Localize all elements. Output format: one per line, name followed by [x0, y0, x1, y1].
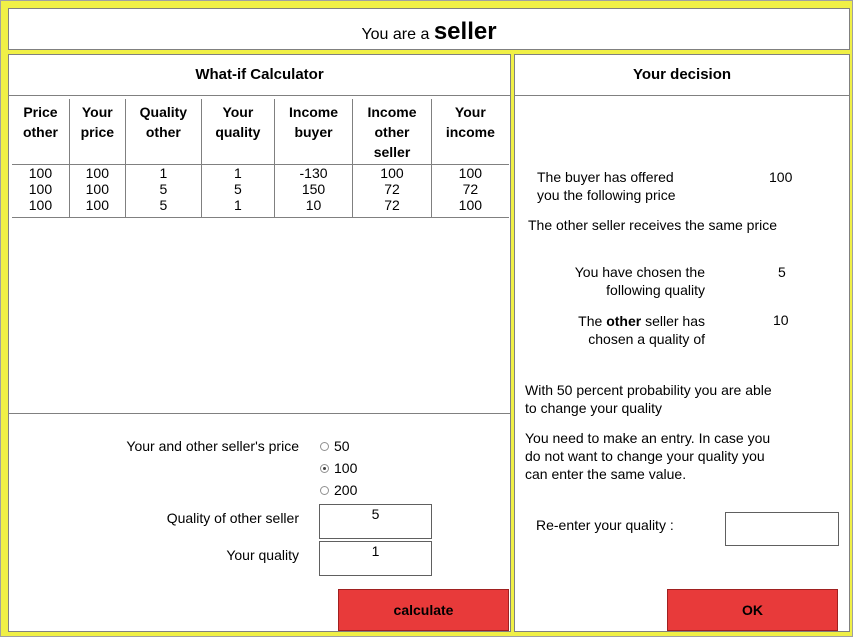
col-header-quality-other: Quality other	[125, 99, 202, 165]
other-quality-label: Quality of other seller	[166, 510, 299, 526]
radio-label: 50	[334, 438, 350, 454]
price-option-200[interactable]: 200	[320, 482, 357, 498]
calculator-divider	[9, 413, 510, 414]
col-header-income-buyer: Income buyer	[274, 99, 354, 165]
table-cell: 5	[201, 181, 275, 197]
table-cell: 5	[125, 197, 202, 218]
table-cell: 100	[69, 181, 126, 197]
radio-button-selected[interactable]	[320, 463, 329, 473]
table-cell: 100	[458, 165, 483, 181]
table-cell: 100	[69, 197, 126, 218]
decision-panel: Your decision The buyer has offered you …	[514, 54, 850, 632]
role-name: seller	[433, 18, 497, 45]
radio-button[interactable]	[320, 441, 329, 451]
table-row: 100 100 5 1 10 72 100	[12, 197, 509, 218]
table-cell: 1	[201, 197, 275, 218]
ok-button[interactable]: OK	[667, 589, 838, 631]
col-header-price-other: Price other	[12, 99, 70, 165]
table-cell: 5	[125, 181, 202, 197]
role-prefix: You are a	[361, 26, 430, 43]
table-cell: 1	[125, 164, 202, 181]
what-if-calculator-panel: What-if Calculator Price other Your price …	[8, 54, 511, 632]
reenter-quality-label: Re-enter your quality :	[536, 517, 674, 533]
calculate-button[interactable]: calculate	[338, 589, 509, 631]
role-header-text: You are a seller	[9, 18, 849, 46]
radio-label: 100	[334, 460, 358, 476]
offer-value: 100	[769, 169, 793, 185]
decision-title: Your decision	[515, 55, 849, 96]
your-quality-input[interactable]: 1	[319, 541, 432, 576]
your-quality-label: Your quality	[226, 547, 299, 563]
table-cell: 72	[462, 181, 479, 197]
other-quality-text: The other seller has chosen a quality of	[578, 313, 705, 347]
table-cell: 1	[201, 164, 275, 181]
price-label: Your and other seller's price	[126, 438, 299, 454]
chosen-quality-value: 5	[778, 264, 786, 280]
other-quality-value: 10	[773, 312, 789, 328]
table-cell: 72	[352, 197, 432, 218]
table-cell: 10	[274, 197, 354, 218]
table-cell: 100	[69, 164, 126, 181]
col-header-your-income: Your income	[431, 99, 509, 165]
price-option-100[interactable]: 100	[320, 460, 357, 476]
price-option-50[interactable]: 50	[320, 438, 350, 454]
offer-text: The buyer has offered you the following …	[537, 169, 676, 203]
calculator-title: What-if Calculator	[9, 55, 510, 96]
radio-button[interactable]	[320, 485, 329, 495]
table-cell: 100	[12, 164, 70, 181]
table-cell: 100	[12, 197, 70, 218]
entry-instruction-text: You need to make an entry. In case you d…	[525, 430, 771, 482]
reenter-quality-input[interactable]	[725, 512, 839, 546]
table-cell: 100	[12, 181, 70, 197]
table-cell: 100	[431, 197, 509, 218]
same-price-text: The other seller receives the same price	[528, 217, 777, 233]
calculator-table: Price other Your price Quality other Your qu…	[12, 99, 509, 218]
probability-text: With 50 percent probability you are able…	[525, 382, 772, 416]
radio-label: 200	[334, 482, 358, 498]
table-row: 100 100 5 5 150 72 72	[12, 181, 509, 197]
table-cell: 150	[274, 181, 354, 197]
table-row: 100 100 1 1 -130 100 100	[12, 164, 509, 181]
role-header: You are a seller	[8, 8, 850, 50]
other-quality-input[interactable]: 5	[319, 504, 432, 539]
col-header-your-quality: Your quality	[201, 99, 275, 165]
chosen-quality-text: You have chosen the following quality	[574, 264, 705, 298]
table-cell: 72	[352, 181, 432, 197]
col-header-your-price: Your price	[69, 99, 126, 165]
table-cell: -130	[274, 164, 354, 181]
table-cell: 100	[352, 164, 432, 181]
col-header-income-other-seller: Income other seller	[352, 99, 432, 165]
